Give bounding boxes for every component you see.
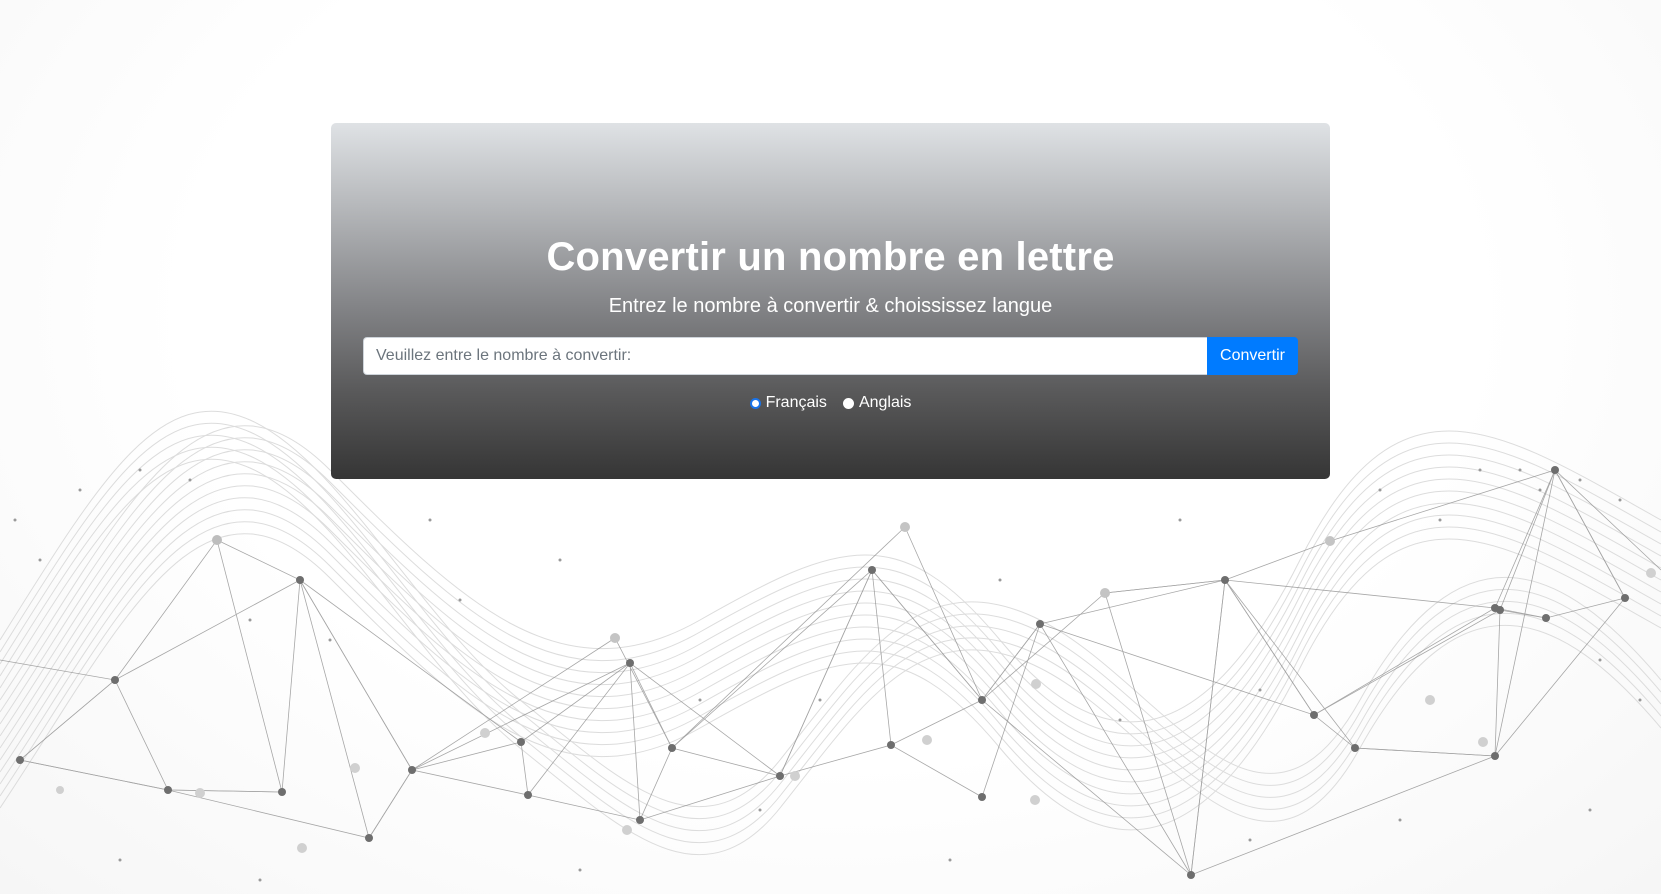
hero-panel: Convertir un nombre en lettre Entrez le … <box>331 123 1330 479</box>
network-nodes <box>16 466 1656 879</box>
page-subtitle: Entrez le nombre à convertir & choississ… <box>608 295 1053 317</box>
page-title: Convertir un nombre en lettre <box>546 235 1115 279</box>
page: Convertir un nombre en lettre Entrez le … <box>0 0 1661 894</box>
number-input-group: Convertir <box>363 337 1298 375</box>
language-option-anglais[interactable]: Anglais <box>842 394 912 412</box>
language-label-francais: Français <box>765 394 827 411</box>
language-label-anglais: Anglais <box>858 394 912 411</box>
language-option-francais[interactable]: Français <box>749 394 827 412</box>
number-input[interactable] <box>363 337 1207 375</box>
language-radio-group: Français Anglais <box>331 394 1330 412</box>
network-links <box>0 468 1661 877</box>
scattered-dots <box>13 468 1642 882</box>
radio-anglais[interactable] <box>842 397 854 409</box>
radio-francais[interactable] <box>749 397 761 409</box>
convert-button[interactable]: Convertir <box>1207 337 1298 375</box>
